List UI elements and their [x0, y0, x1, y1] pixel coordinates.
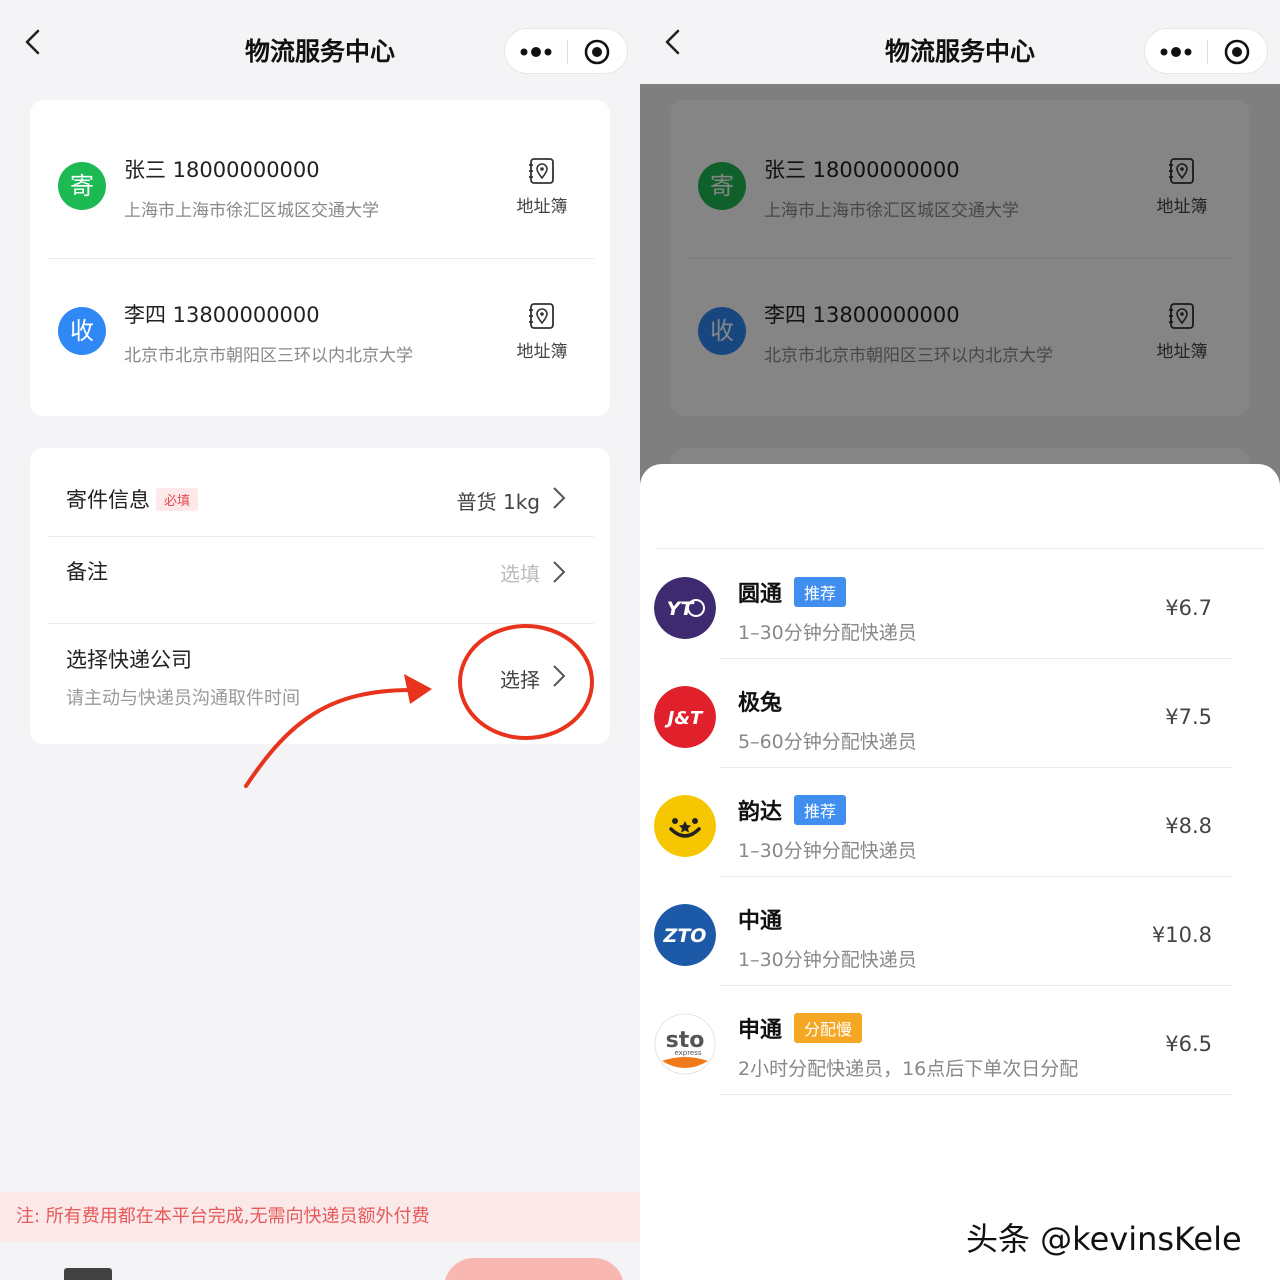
courier-name: 中通 [738, 909, 783, 934]
sheet-divider [656, 548, 1264, 549]
sender-address: 上海市上海市徐汇区城区交通大学 [124, 201, 379, 221]
chevron-right-icon [553, 665, 566, 687]
close-target-icon[interactable] [1223, 38, 1251, 66]
courier-name: 韵达 推荐 [738, 794, 847, 826]
close-target-icon[interactable] [583, 38, 611, 66]
courier-sheet: YT 圆通 推荐 1–30分钟分配快递员 ¥6.7 J&T 极兔 5–60分钟分配… [640, 464, 1280, 1280]
sto-logo-subtext: express [674, 1049, 701, 1057]
remark-value: 选填 [500, 562, 540, 586]
courier-desc: 1–30分钟分配快递员 [738, 840, 917, 862]
chevron-right-icon [553, 487, 566, 509]
jt-logo: J&T [654, 686, 716, 748]
yto-logo: YT [654, 577, 716, 639]
zto-logo-text: ZTO [663, 925, 707, 947]
receiver-avatar: 收 [58, 307, 106, 355]
courier-desc: 1–30分钟分配快递员 [738, 949, 917, 971]
shipment-info-label: 寄件信息 必填 [66, 484, 199, 514]
required-badge: 必填 [156, 488, 199, 511]
courier-desc: 5–60分钟分配快递员 [738, 731, 917, 753]
right-screen: 物流服务中心 寄 张三 18000000000 上海市上海市徐汇区城区交通大学 … [640, 0, 1280, 1280]
sender-name: 张三 18000000000 [124, 158, 320, 182]
courier-item[interactable]: ZTO 中通 1–30分钟分配快递员 ¥10.8 [640, 877, 1280, 986]
courier-tag: 推荐 [794, 795, 847, 825]
more-icon[interactable] [1159, 42, 1193, 62]
shipment-info-value: 普货 1kg [456, 490, 540, 514]
address-book-label: 地址簿 [516, 197, 568, 217]
courier-name: 申通 分配慢 [738, 1012, 863, 1044]
courier-item[interactable]: J&T 极兔 5–60分钟分配快递员 ¥7.5 [640, 659, 1280, 768]
address-book-icon [529, 158, 554, 184]
receiver-address: 北京市北京市朝阳区三环以内北京大学 [124, 346, 413, 366]
remark-label: 备注 [66, 560, 108, 584]
sender-avatar: 寄 [58, 162, 106, 210]
courier-item[interactable]: YT 圆通 推荐 1–30分钟分配快递员 ¥6.7 [640, 550, 1280, 659]
shipment-info-card: 寄件信息 必填 普货 1kg 备注 选填 选择快递公司 选择 请主动与快递员沟通取… [30, 448, 610, 744]
shipment-info-row[interactable]: 寄件信息 必填 普货 1kg [30, 448, 610, 536]
address-book-label: 地址簿 [516, 342, 568, 362]
receiver-row[interactable]: 收 李四 13800000000 北京市北京市朝阳区三环以内北京大学 地址簿 [30, 245, 610, 403]
nav-bar: 物流服务中心 [640, 0, 1280, 84]
watermark: 头条 @kevinsKele [966, 1220, 1242, 1258]
courier-price: ¥10.8 [1151, 923, 1212, 947]
more-icon[interactable] [519, 42, 553, 62]
courier-price: ¥6.5 [1165, 1032, 1212, 1056]
capsule-divider [1207, 40, 1208, 64]
courier-desc: 1–30分钟分配快递员 [738, 622, 917, 644]
courier-tag: 推荐 [794, 577, 847, 607]
remark-row[interactable]: 备注 选填 [30, 536, 610, 624]
mini-program-capsule [1144, 28, 1268, 74]
submit-button[interactable] [444, 1258, 624, 1280]
receiver-name: 李四 13800000000 [124, 303, 320, 327]
nav-bar: 物流服务中心 [0, 0, 640, 84]
courier-tag: 分配慢 [794, 1013, 863, 1043]
courier-divider [720, 1094, 1232, 1095]
courier-select-hint: 请主动与快递员沟通取件时间 [66, 688, 300, 709]
courier-item[interactable]: 韵达 推荐 1–30分钟分配快递员 ¥8.8 [640, 768, 1280, 877]
courier-desc: 2小时分配快递员，16点后下单次日分配 [738, 1058, 1079, 1080]
yunda-logo [654, 795, 716, 857]
sender-row[interactable]: 寄 张三 18000000000 上海市上海市徐汇区城区交通大学 地址簿 [30, 100, 610, 258]
chevron-right-icon [553, 561, 566, 583]
courier-price: ¥6.7 [1165, 596, 1212, 620]
courier-select-value[interactable]: 选择 [500, 664, 540, 693]
address-card: 寄 张三 18000000000 上海市上海市徐汇区城区交通大学 地址簿 收 李… [30, 100, 610, 416]
courier-name: 圆通 推荐 [738, 576, 847, 608]
sto-logo: stoexpress [654, 1013, 716, 1075]
address-book-icon [529, 303, 554, 329]
receiver-address-book-button[interactable]: 地址簿 [510, 301, 574, 362]
courier-price: ¥7.5 [1165, 705, 1212, 729]
courier-name: 极兔 [738, 691, 783, 716]
capsule-divider [567, 40, 568, 64]
left-screen: 物流服务中心 寄 张三 18000000000 上海市上海市徐汇区城区交通大学 … [0, 0, 640, 1280]
zto-logo: ZTO [654, 904, 716, 966]
mini-program-capsule [504, 28, 628, 74]
courier-price: ¥8.8 [1165, 814, 1212, 838]
courier-item[interactable]: sto express 申通 分配慢 2小时分配快递员，16点后下单次日分配 ¥6.… [640, 986, 1280, 1095]
fee-notice: 注: 所有费用都在本平台完成,无需向快递员额外付费 [0, 1192, 640, 1242]
jt-logo-text: J&T [665, 708, 704, 729]
courier-select-label: 选择快递公司 [66, 648, 192, 672]
price-fragment [64, 1268, 112, 1280]
sender-address-book-button[interactable]: 地址簿 [510, 156, 574, 217]
